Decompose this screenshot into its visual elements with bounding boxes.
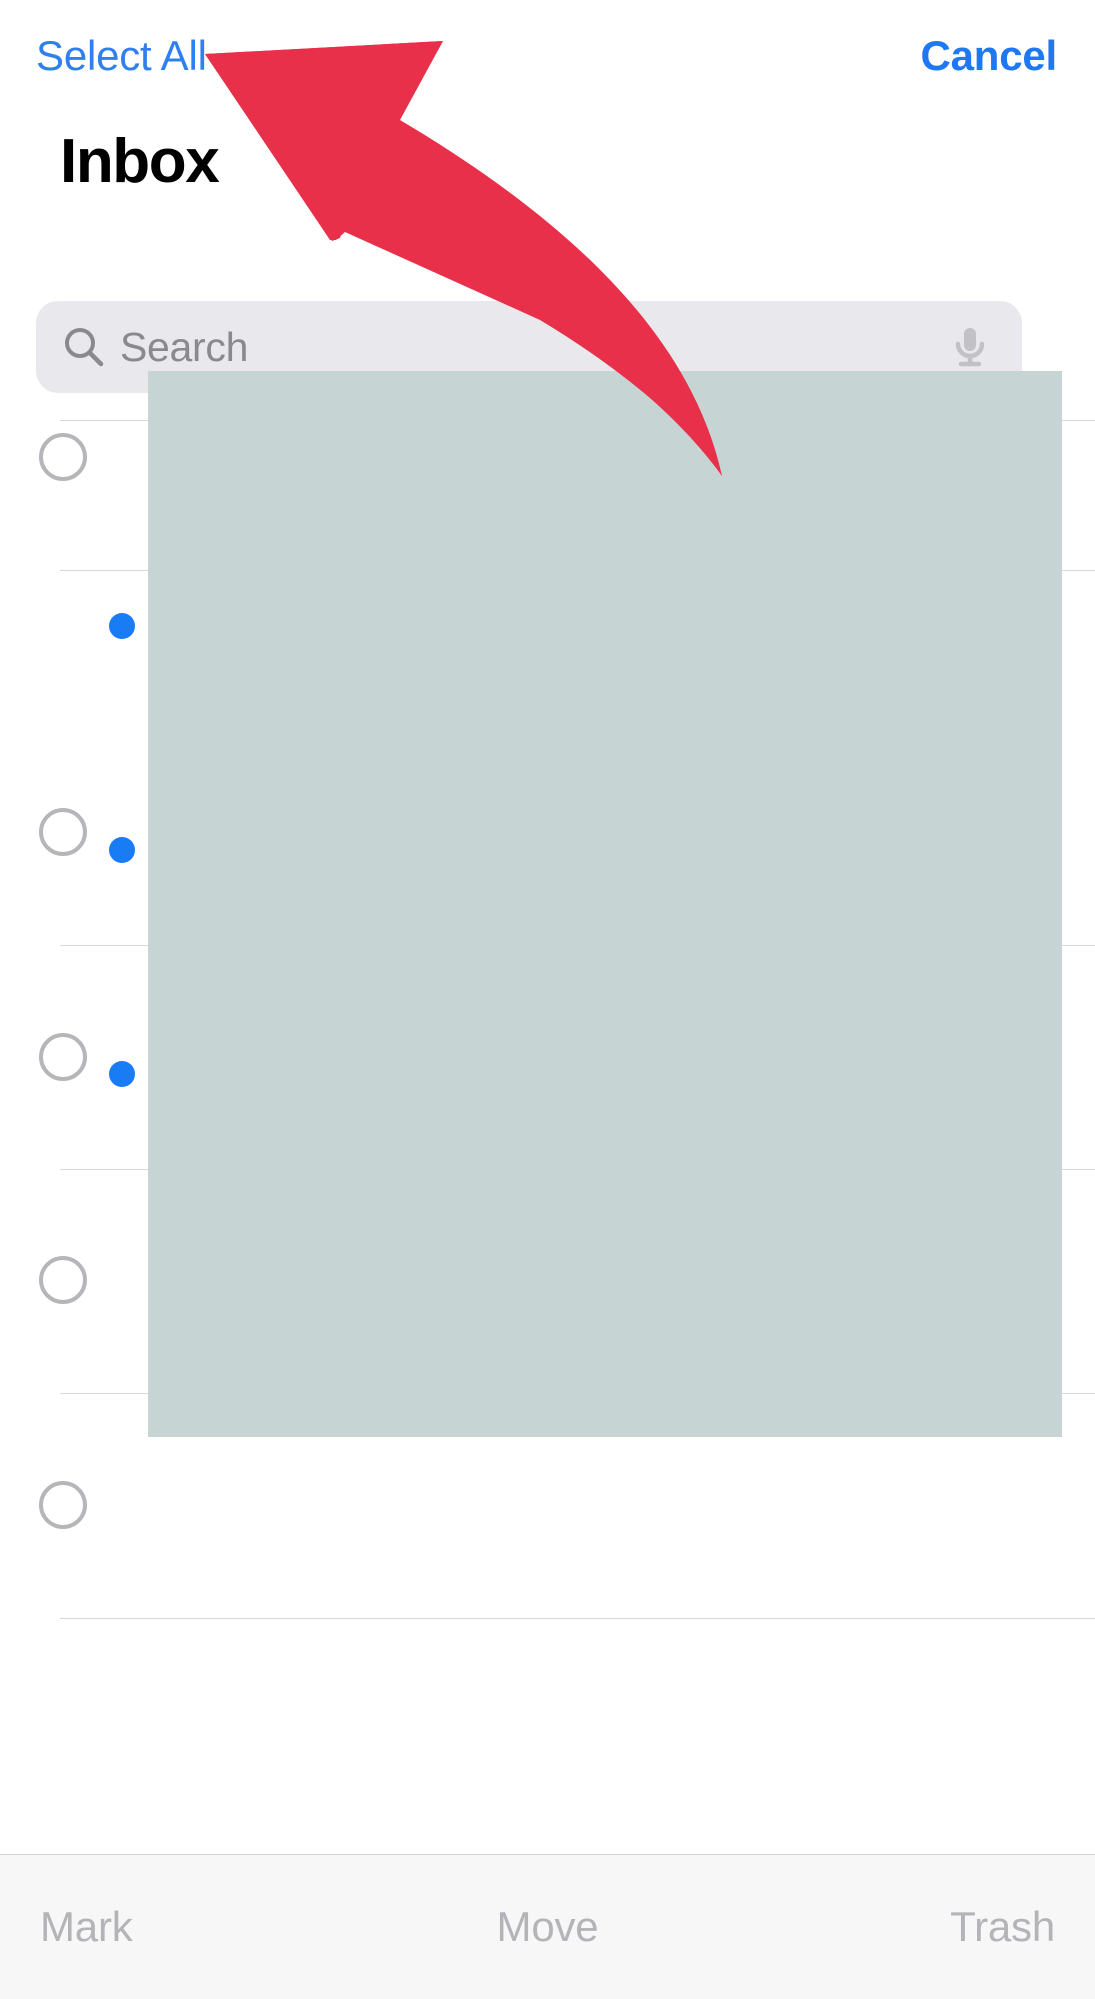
move-button[interactable]: Move — [378, 1901, 716, 1953]
microphone-icon[interactable] — [946, 323, 994, 371]
search-placeholder: Search — [120, 324, 249, 370]
unread-indicator — [109, 1061, 135, 1087]
mark-button[interactable]: Mark — [0, 1901, 378, 1953]
cancel-button[interactable]: Cancel — [920, 31, 1057, 81]
navigation-bar: Select All Cancel — [0, 0, 1095, 112]
search-icon — [62, 325, 106, 369]
unread-indicator — [109, 613, 135, 639]
unread-indicator — [109, 837, 135, 863]
row-checkbox[interactable] — [39, 1481, 87, 1529]
trash-button[interactable]: Trash — [717, 1901, 1095, 1953]
row-checkbox[interactable] — [39, 433, 87, 481]
row-separator — [60, 1618, 1095, 1619]
select-all-button[interactable]: Select All — [36, 31, 207, 81]
mail-inbox-screen: Select All Cancel Inbox Search Mark Move… — [0, 0, 1095, 1999]
page-title: Inbox — [60, 127, 220, 196]
redacted-content-overlay — [148, 371, 1062, 1437]
bottom-toolbar: Mark Move Trash — [0, 1854, 1095, 1999]
